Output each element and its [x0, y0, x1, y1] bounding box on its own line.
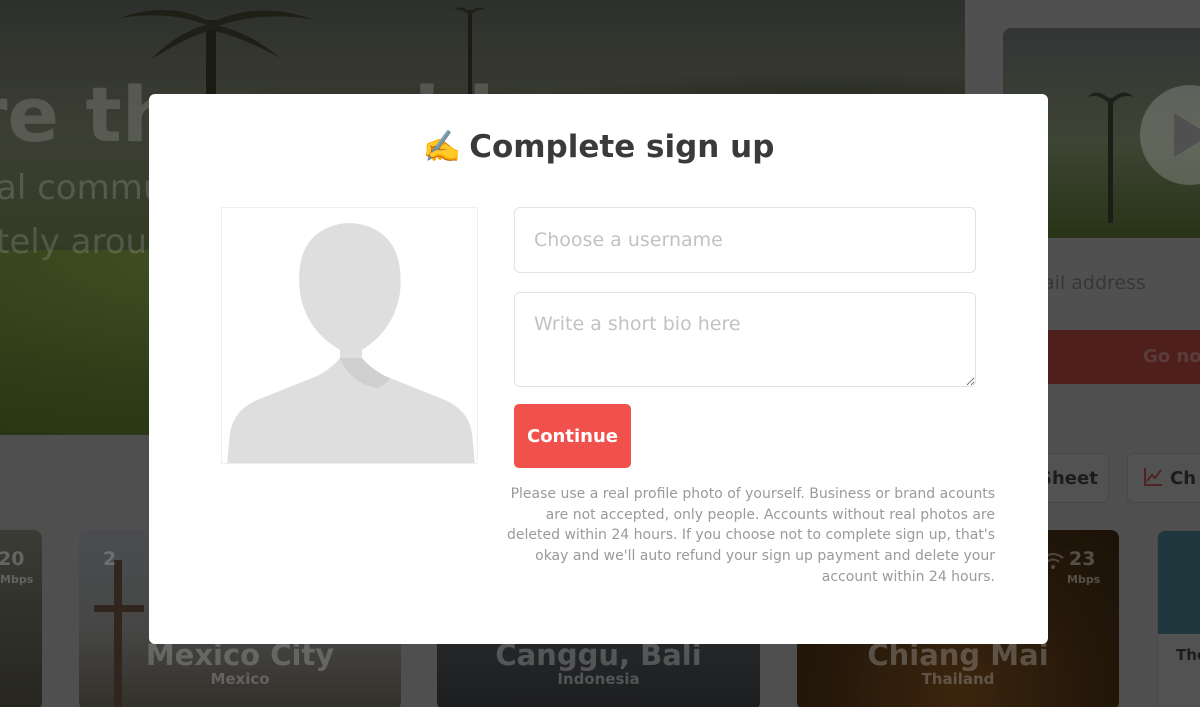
username-input[interactable] [514, 207, 976, 273]
signup-modal: ✍️Complete sign up Continue Please use a… [149, 94, 1048, 644]
user-silhouette-icon [227, 223, 475, 463]
writing-hand-icon: ✍️ [422, 129, 462, 165]
modal-title-row: ✍️ Complete sign up [149, 128, 1048, 165]
profile-photo-upload[interactable] [221, 207, 478, 464]
signup-notice-text: Please use a real profile photo of yours… [507, 486, 995, 585]
continue-button[interactable]: Continue [514, 404, 631, 468]
modal-title: Complete sign up [469, 129, 775, 165]
bio-textarea[interactable] [514, 292, 976, 387]
